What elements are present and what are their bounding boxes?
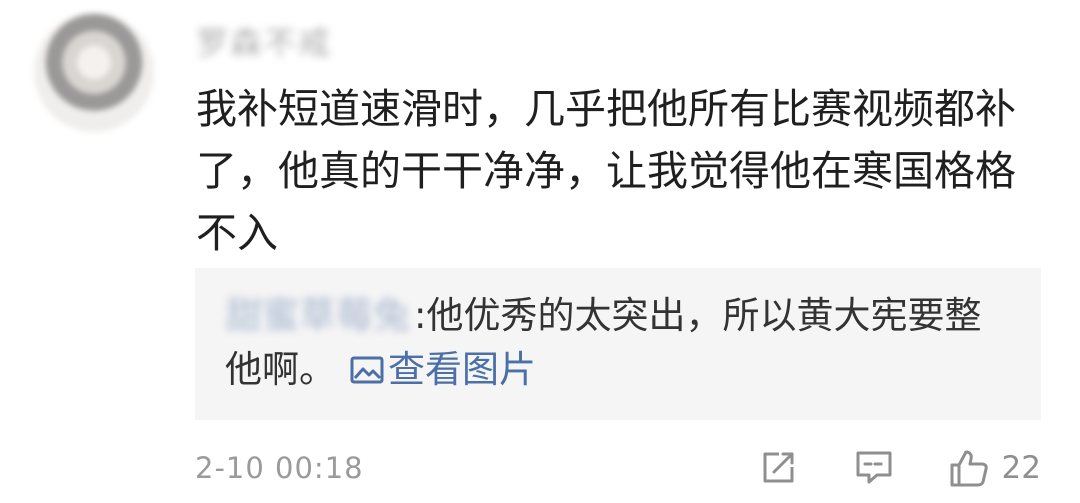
reply-box: 甜蜜草莓兔:他优秀的太突出，所以黄大宪要整他啊。 查看图片 <box>195 268 1041 420</box>
view-image-label: 查看图片 <box>388 348 536 391</box>
comment-meta: 2-10 00:18 22 <box>195 446 1041 490</box>
comment-text: 我补短道速滑时，几乎把他所有比赛视频都补了，他真的干干净净，让我觉得他在寒国格格… <box>196 85 1016 257</box>
view-image-link[interactable]: 查看图片 <box>350 343 536 397</box>
timestamp: 2-10 00:18 <box>195 451 364 485</box>
reply-separator: : <box>414 294 427 337</box>
like-button[interactable]: 22 <box>946 448 1041 488</box>
avatar[interactable] <box>34 12 154 132</box>
like-count: 22 <box>1001 450 1041 486</box>
comment-icon[interactable] <box>852 448 896 488</box>
comment-actions: 22 <box>756 448 1041 488</box>
image-icon <box>350 343 388 397</box>
thumb-up-icon <box>946 448 990 488</box>
reply-content: 甜蜜草莓兔:他优秀的太突出，所以黄大宪要整他啊。 查看图片 <box>225 289 1011 397</box>
comment-username[interactable]: 罗森不戒 <box>196 18 332 64</box>
share-icon[interactable] <box>756 448 800 488</box>
reply-username[interactable]: 甜蜜草莓兔 <box>225 294 410 337</box>
